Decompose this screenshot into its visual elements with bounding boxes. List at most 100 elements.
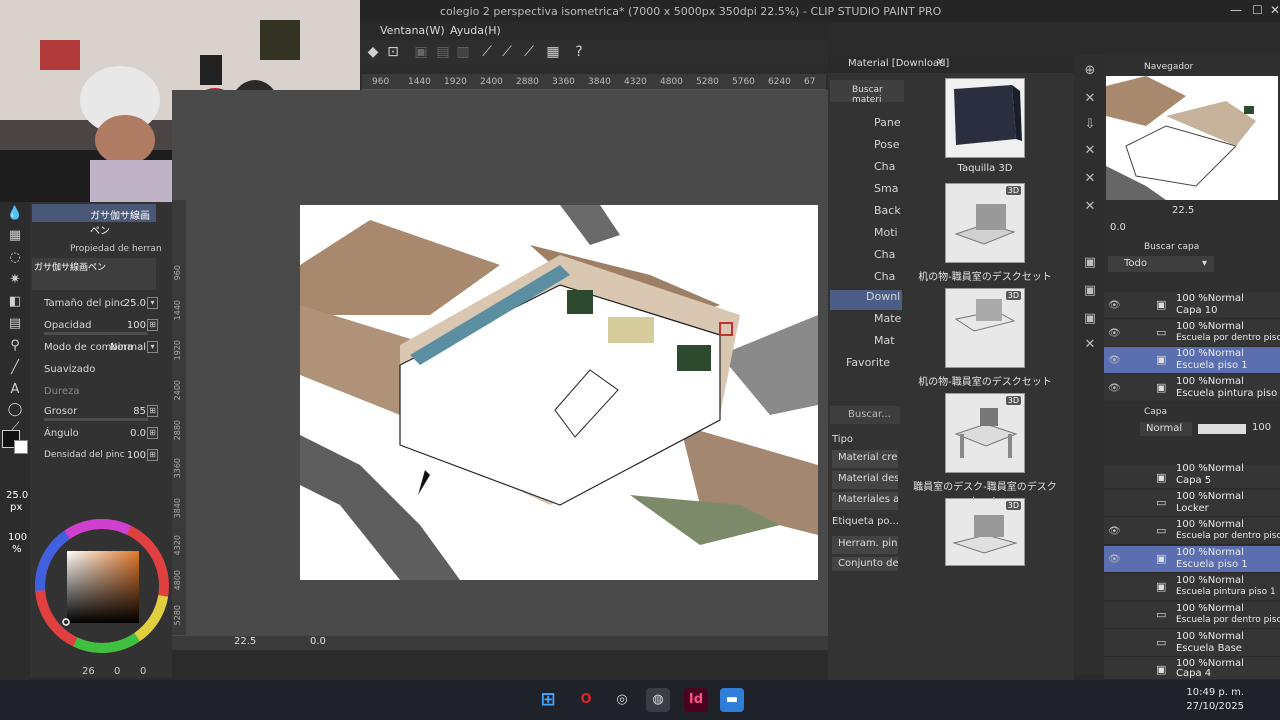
blend-mode-row[interactable]: Modo de combina Normal ▾ bbox=[30, 338, 172, 358]
layer-row[interactable]: ▣ 100 %Normal Capa 5 bbox=[1104, 463, 1280, 489]
text-icon[interactable]: A bbox=[5, 382, 25, 400]
copy-icon[interactable]: ▤ bbox=[434, 43, 452, 61]
layer-row[interactable]: 👁 ▭ 100 %Normal Escuela por dentro piso 1 bbox=[1104, 518, 1280, 545]
maximize-icon[interactable]: ☐ bbox=[1252, 3, 1263, 17]
grid-icon[interactable]: ▦ bbox=[5, 228, 25, 246]
close-icon[interactable]: ✕ bbox=[1270, 3, 1280, 17]
tree-item-7[interactable]: Cha bbox=[830, 248, 902, 268]
layer-row[interactable]: ▭ 100 %Normal Escuela por dentro piso 2 bbox=[1104, 602, 1280, 629]
tree-item-11[interactable]: Mat bbox=[830, 334, 902, 354]
clip-studio-icon[interactable]: ◎ bbox=[610, 688, 634, 712]
layer-row[interactable]: ▣ 100 %Normal Capa 4 bbox=[1104, 657, 1280, 680]
color-wheel[interactable] bbox=[32, 516, 172, 656]
filter-chip-2[interactable]: Material des bbox=[832, 471, 898, 489]
thickness-row[interactable]: Grosor 85 ⊞ bbox=[30, 402, 172, 422]
ruler-icon[interactable]: ⟋ bbox=[498, 43, 516, 61]
layer-row[interactable]: ▣ 100 %Normal Escuela pintura piso 1 bbox=[1104, 574, 1280, 601]
windows-start-icon[interactable]: ⊞ bbox=[536, 688, 560, 712]
tree-item-5[interactable]: Back bbox=[830, 204, 902, 224]
minimize-icon[interactable]: — bbox=[1230, 3, 1242, 17]
figure-icon[interactable]: ⚲ bbox=[5, 338, 25, 356]
opacity-row[interactable]: Opacidad 100 ⊞ bbox=[30, 316, 172, 336]
navigator-zoom[interactable]: 22.5 bbox=[1172, 205, 1194, 216]
tree-item-downloads[interactable]: Downl bbox=[830, 290, 902, 310]
material-thumb-2[interactable]: 3D bbox=[945, 183, 1025, 263]
opera-icon[interactable]: O bbox=[574, 688, 598, 712]
rotation-value[interactable]: 0.0 bbox=[310, 636, 326, 647]
angle-row[interactable]: Ángulo 0.0 ⊞ bbox=[30, 424, 172, 444]
app-icon[interactable]: ▬ bbox=[720, 688, 744, 712]
lasso-icon[interactable]: ◌ bbox=[5, 250, 25, 268]
balloon-icon[interactable]: ◯ bbox=[5, 402, 25, 420]
download-icon[interactable]: ⇩ bbox=[1081, 117, 1099, 135]
panel-close-icon[interactable]: ✕ bbox=[1081, 171, 1099, 189]
material-search-button[interactable]: Buscar materi bbox=[830, 80, 904, 105]
material-tab[interactable]: Material [Download] ✕ bbox=[828, 55, 1074, 73]
settings-icon[interactable]: ▦ bbox=[544, 43, 562, 61]
indesign-icon[interactable]: Id bbox=[684, 688, 708, 712]
tag-chip-1[interactable]: Herram. pinc bbox=[832, 536, 898, 554]
smoothing-row[interactable]: Suavizado bbox=[30, 360, 172, 380]
opacity-slider[interactable] bbox=[1198, 424, 1246, 434]
layer-opacity-value[interactable]: 100 bbox=[1252, 422, 1271, 433]
drop-icon[interactable]: 💧 bbox=[5, 206, 25, 224]
tree-item-2[interactable]: Pose bbox=[830, 138, 902, 158]
crop-icon[interactable]: ⊡ bbox=[384, 43, 402, 61]
fill-icon[interactable]: ◆ bbox=[364, 43, 382, 61]
material-thumb-5[interactable]: 3D bbox=[945, 498, 1025, 566]
material-search-field[interactable]: Buscar... bbox=[830, 406, 900, 424]
menu-window[interactable]: Ventana(W) bbox=[380, 24, 445, 37]
menu-help[interactable]: Ayuda(H) bbox=[450, 24, 501, 37]
layer-row-selected[interactable]: 👁 ▣ 100 %Normal Escuela piso 1 bbox=[1104, 546, 1280, 573]
clear-icon[interactable]: ▣ bbox=[412, 43, 430, 61]
system-clock[interactable]: 10:49 p. m. 27/10/2025 bbox=[1180, 686, 1244, 714]
filter-chip-3[interactable]: Materiales ac bbox=[832, 492, 898, 510]
tag-chip-2[interactable]: Conjunto de bbox=[832, 557, 898, 571]
panel-close-icon[interactable]: ✕ bbox=[1081, 199, 1099, 217]
tree-item-4[interactable]: Sma bbox=[830, 182, 902, 202]
layer-panel-icon[interactable]: ▣ bbox=[1081, 283, 1099, 301]
layer-row[interactable]: 👁 ▣ 100 %Normal Capa 10 bbox=[1104, 292, 1280, 319]
zoom-value[interactable]: 22.5 bbox=[234, 636, 256, 647]
clip-studio-paint-icon[interactable]: ◍ bbox=[646, 688, 670, 712]
gradient-icon[interactable]: ▤ bbox=[5, 316, 25, 334]
blend-mode-dropdown[interactable]: Normal bbox=[1140, 422, 1192, 436]
paste-icon[interactable]: ▥ bbox=[454, 43, 472, 61]
panel-close-icon[interactable]: ✕ bbox=[1081, 91, 1099, 109]
layer-row[interactable]: ▭ 100 %Normal Locker bbox=[1104, 490, 1280, 517]
panel-close-icon[interactable]: ✕ bbox=[1081, 337, 1099, 355]
material-thumb-1[interactable] bbox=[945, 78, 1025, 158]
tree-item-10[interactable]: Mate bbox=[830, 312, 902, 332]
search-icon[interactable]: ⊕ bbox=[1081, 63, 1099, 81]
layer-row[interactable]: 👁 ▣ 100 %Normal Escuela pintura piso 1 bbox=[1104, 375, 1280, 402]
filter-chip-1[interactable]: Material cre bbox=[832, 450, 898, 468]
navigator-preview[interactable] bbox=[1106, 76, 1278, 200]
brush-header[interactable]: ガサ伽サ線画ペン bbox=[32, 204, 156, 237]
layer-filter-dropdown[interactable]: Todo ▾ bbox=[1108, 256, 1214, 272]
density-row[interactable]: Densidad del pinc 100 ⊞ bbox=[30, 446, 172, 466]
tree-item-favorites[interactable]: Favorite bbox=[830, 356, 902, 376]
material-thumb-4[interactable]: 3D bbox=[945, 393, 1025, 473]
layer-row[interactable]: ▭ 100 %Normal Escuela Base bbox=[1104, 630, 1280, 657]
tree-item-3[interactable]: Cha bbox=[830, 160, 902, 180]
help-icon[interactable]: ? bbox=[570, 43, 588, 61]
layer-panel-icon[interactable]: ▣ bbox=[1081, 311, 1099, 329]
hardness-row[interactable]: Dureza bbox=[30, 382, 172, 402]
pen-icon[interactable]: ╱ bbox=[5, 360, 25, 378]
bucket-icon[interactable]: ◧ bbox=[5, 294, 25, 312]
tree-item-8[interactable]: Cha bbox=[830, 270, 902, 290]
layer-row[interactable]: 👁 ▭ 100 %Normal Escuela por dentro piso 1 bbox=[1104, 320, 1280, 347]
tree-item-1[interactable]: Pane bbox=[830, 116, 902, 136]
tree-item-6[interactable]: Moti bbox=[830, 226, 902, 246]
sub-color-swatch[interactable] bbox=[14, 440, 28, 454]
wand-icon[interactable]: ✷ bbox=[5, 272, 25, 290]
material-thumb-3[interactable]: 3D bbox=[945, 288, 1025, 368]
artwork-canvas[interactable] bbox=[300, 205, 818, 580]
panel-close-icon[interactable]: ✕ bbox=[1081, 143, 1099, 161]
navigator-angle[interactable]: 0.0 bbox=[1110, 222, 1126, 233]
close-tab-icon[interactable]: ✕ bbox=[936, 57, 944, 68]
snap-icon[interactable]: ⟋ bbox=[520, 43, 538, 61]
transform-icon[interactable]: ⟋ bbox=[478, 43, 496, 61]
brush-size-row[interactable]: Tamaño del pinc 25.0 ▾ bbox=[30, 294, 172, 314]
layer-panel-icon[interactable]: ▣ bbox=[1081, 255, 1099, 273]
